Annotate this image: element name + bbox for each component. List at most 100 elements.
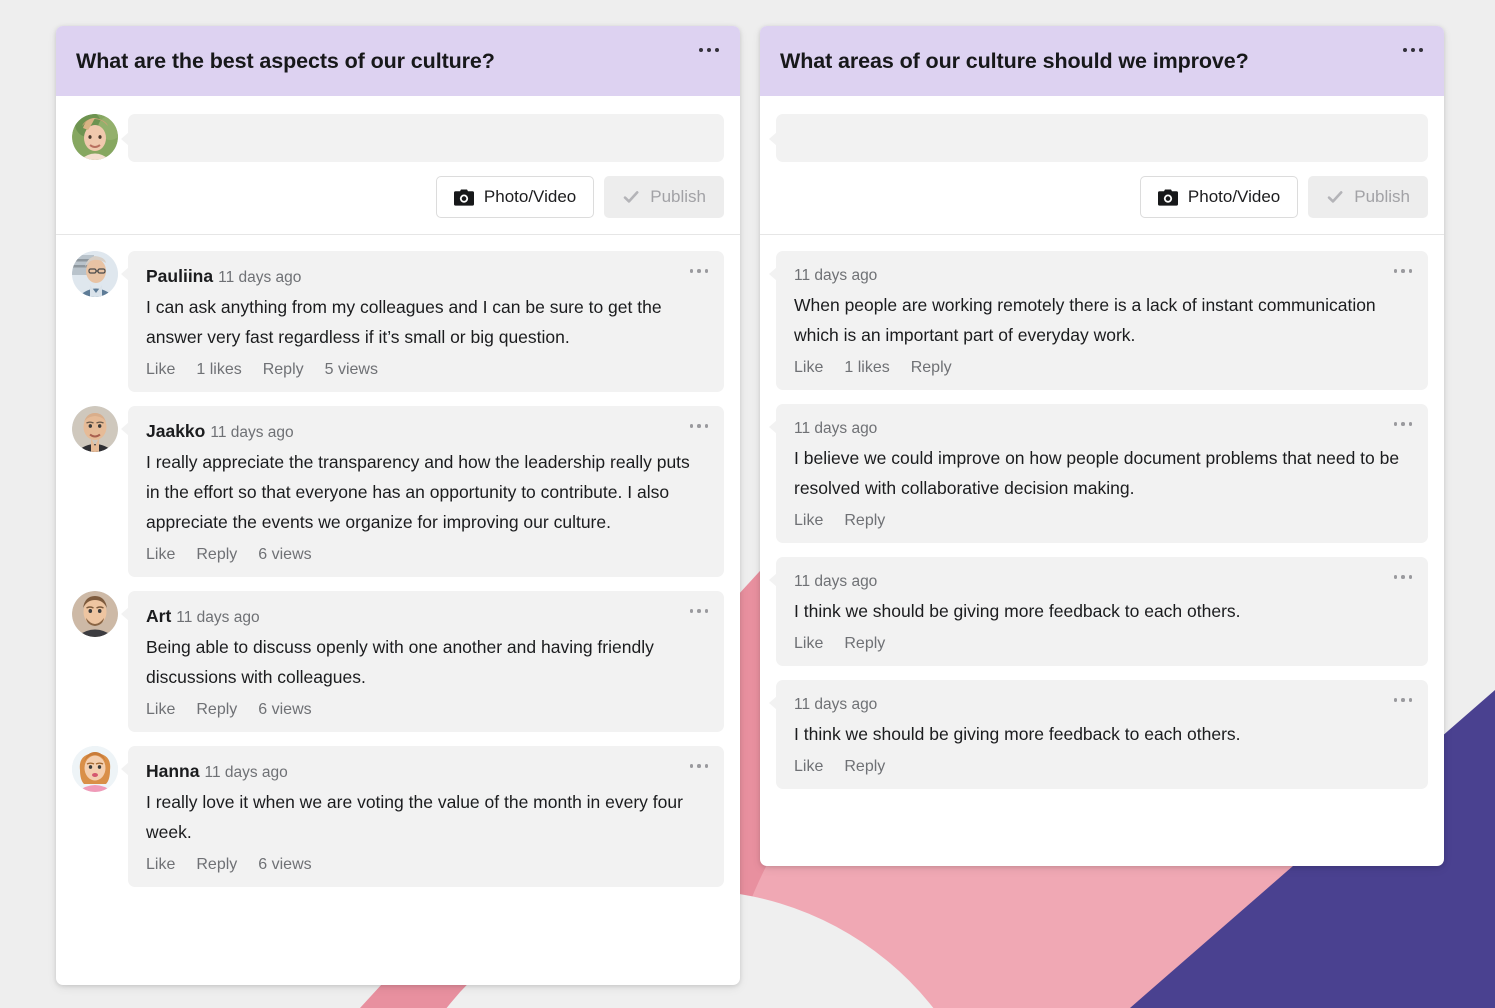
dot (1401, 575, 1405, 579)
comment-list: Pauliina 11 days ago I can ask anything f… (56, 235, 740, 901)
comment-author: Jaakko (146, 421, 206, 441)
like-button[interactable]: Like (146, 701, 175, 719)
reply-button[interactable]: Reply (196, 701, 237, 719)
like-button[interactable]: Like (146, 546, 175, 564)
like-button[interactable]: Like (794, 635, 823, 653)
reply-button[interactable]: Reply (844, 758, 885, 776)
comment-text: Being able to discuss openly with one an… (146, 637, 654, 687)
comment-actions: Like Reply 6 views (146, 546, 706, 564)
comment-text: I really love it when we are voting the … (146, 792, 683, 842)
ellipsis-icon[interactable] (684, 600, 714, 622)
ellipsis-icon[interactable] (692, 37, 726, 63)
comment-meta: Art 11 days ago (146, 605, 706, 629)
comment-bubble: Art 11 days ago Being able to discuss ope… (121, 591, 724, 732)
avatar-jaakko[interactable] (72, 406, 118, 452)
avatar-current-user[interactable] (72, 114, 118, 160)
ellipsis-icon[interactable] (1388, 413, 1418, 435)
composer-actions: Photo/Video Publish (72, 176, 724, 218)
dot (1408, 269, 1413, 273)
dot (689, 764, 694, 768)
card-header: What areas of our culture should we impr… (760, 26, 1444, 96)
dot (1393, 422, 1398, 426)
photo-video-button[interactable]: Photo/Video (1139, 176, 1299, 218)
dot (1393, 575, 1398, 579)
like-button[interactable]: Like (794, 512, 823, 530)
comment-time: 11 days ago (204, 764, 288, 781)
comment-bubble: Pauliina 11 days ago I can ask anything f… (121, 251, 724, 392)
comment-list: 11 days ago When people are working remo… (760, 235, 1444, 803)
publish-button[interactable]: Publish (1308, 176, 1428, 218)
comment-meta: 11 days ago (794, 694, 1410, 716)
dot (689, 424, 694, 428)
view-count: 6 views (258, 701, 312, 718)
comment-actions: Like Reply (794, 758, 1410, 776)
dot (715, 48, 719, 52)
publish-button[interactable]: Publish (604, 176, 724, 218)
comment-time: 11 days ago (218, 269, 302, 286)
dot (1408, 698, 1413, 702)
comment-bubble: 11 days ago When people are working remo… (769, 251, 1428, 390)
comment-item: 11 days ago I believe we could improve o… (769, 404, 1428, 543)
dot (707, 48, 711, 52)
dot (1411, 48, 1415, 52)
dot (697, 269, 701, 273)
dot (1393, 698, 1398, 702)
card-title: What are the best aspects of our culture… (76, 49, 495, 73)
reply-button[interactable]: Reply (196, 856, 237, 874)
ellipsis-icon[interactable] (1388, 689, 1418, 711)
comment-author: Hanna (146, 761, 200, 781)
comment-time: 11 days ago (794, 696, 878, 713)
comment-meta: 11 days ago (794, 265, 1410, 287)
comment-actions: Like Reply (794, 635, 1410, 653)
comment-text: I think we should be giving more feedbac… (794, 724, 1241, 744)
ellipsis-icon[interactable] (1388, 566, 1418, 588)
like-button[interactable]: Like (146, 361, 175, 379)
ellipsis-icon[interactable] (684, 755, 714, 777)
dot (704, 764, 709, 768)
ellipsis-icon[interactable] (684, 415, 714, 437)
ellipsis-icon[interactable] (684, 260, 714, 282)
photo-video-button[interactable]: Photo/Video (435, 176, 595, 218)
avatar-pauliina[interactable] (72, 251, 118, 297)
composer-input[interactable] (121, 114, 724, 162)
dot (699, 48, 703, 52)
composer-input[interactable] (769, 114, 1428, 162)
reply-button[interactable]: Reply (196, 546, 237, 564)
ellipsis-icon[interactable] (1396, 37, 1430, 63)
question-card-left: What are the best aspects of our culture… (56, 26, 740, 985)
dot (689, 609, 694, 613)
comment-item: Hanna 11 days ago I really love it when w… (72, 746, 724, 887)
like-button[interactable]: Like (794, 359, 823, 377)
dot (704, 269, 709, 273)
comment-meta: Jaakko 11 days ago (146, 420, 706, 444)
view-count: 5 views (324, 361, 378, 378)
comment-bubble: 11 days ago I think we should be giving … (769, 557, 1428, 666)
question-card-right: What areas of our culture should we impr… (760, 26, 1444, 866)
comment-text: I really appreciate the transparency and… (146, 452, 690, 532)
dot (1401, 698, 1405, 702)
photo-video-label: Photo/Video (483, 187, 577, 206)
like-button[interactable]: Like (794, 758, 823, 776)
reply-button[interactable]: Reply (263, 361, 304, 379)
comment-time: 11 days ago (794, 420, 878, 437)
camera-icon (453, 189, 474, 206)
comment-author: Pauliina (146, 266, 214, 286)
avatar-hanna[interactable] (72, 746, 118, 792)
like-count: 1 likes (196, 361, 242, 378)
publish-label: Publish (650, 187, 706, 206)
dot (1408, 575, 1413, 579)
composer-actions: Photo/Video Publish (776, 176, 1428, 218)
reply-button[interactable]: Reply (911, 359, 952, 377)
reply-button[interactable]: Reply (844, 635, 885, 653)
comment-time: 11 days ago (210, 424, 294, 441)
like-button[interactable]: Like (146, 856, 175, 874)
publish-label: Publish (1354, 187, 1410, 206)
reply-button[interactable]: Reply (844, 512, 885, 530)
dot (689, 269, 694, 273)
avatar-art[interactable] (72, 591, 118, 637)
ellipsis-icon[interactable] (1388, 260, 1418, 282)
comment-bubble: 11 days ago I believe we could improve o… (769, 404, 1428, 543)
comment-actions: Like Reply 6 views (146, 856, 706, 874)
camera-icon (1157, 189, 1178, 206)
dot (1393, 269, 1398, 273)
